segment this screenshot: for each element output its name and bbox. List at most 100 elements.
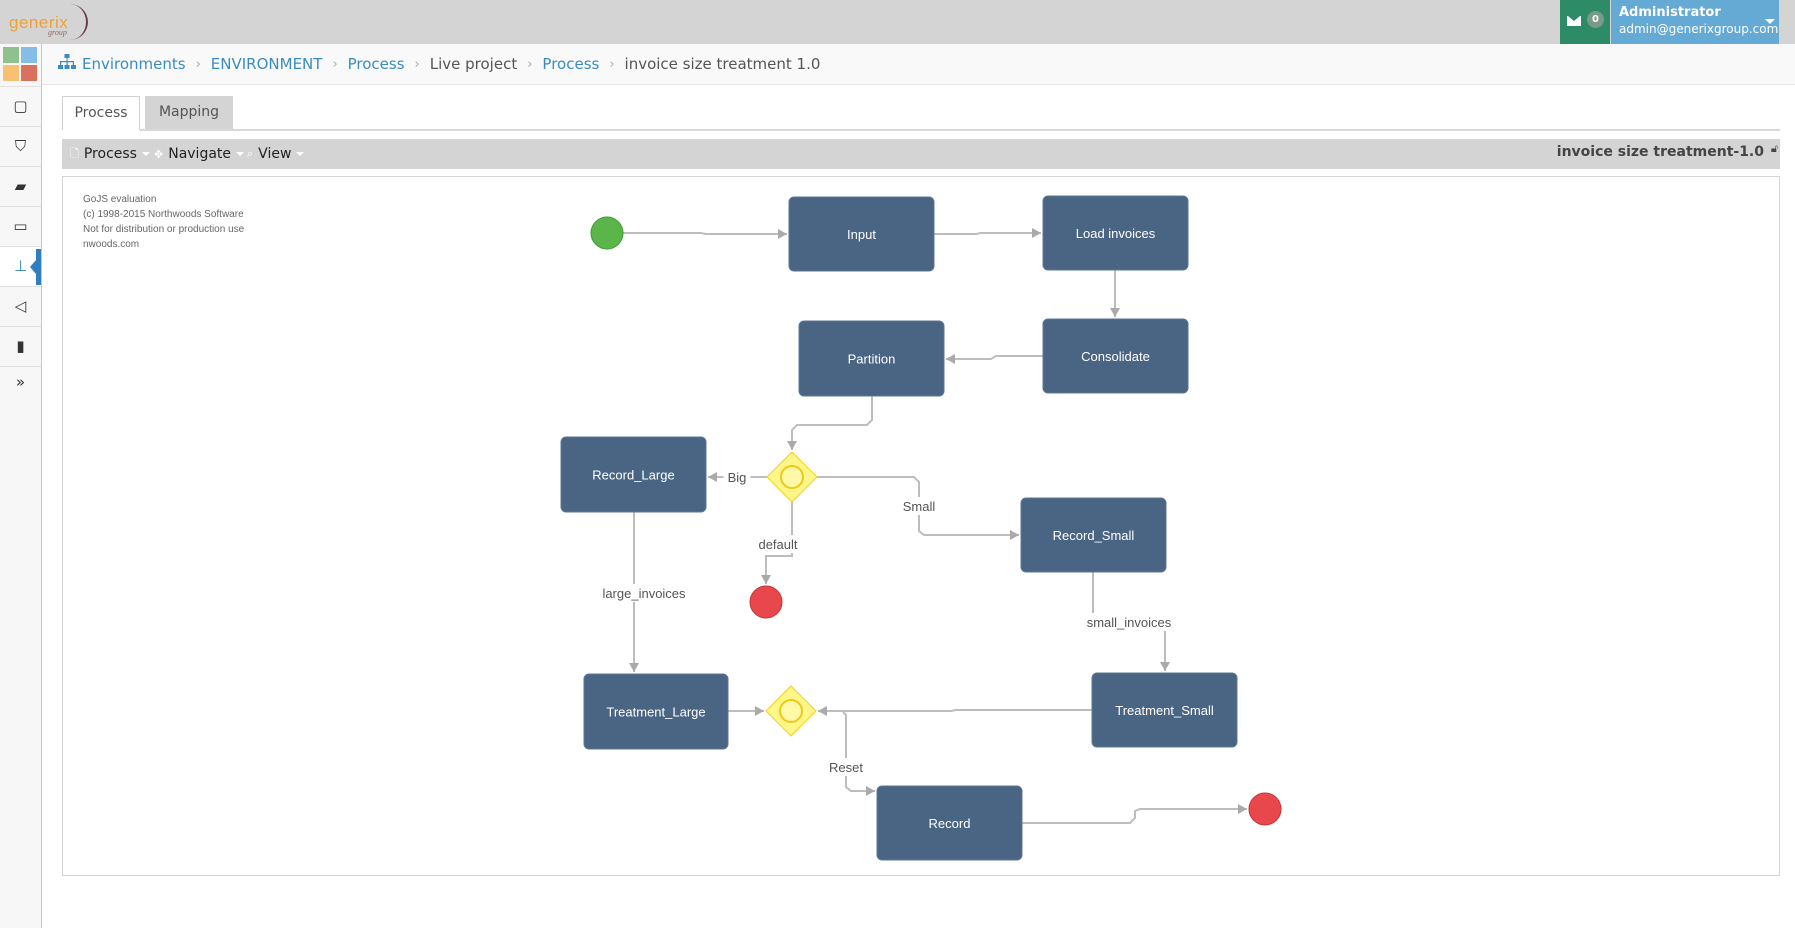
sidebar-item-expand[interactable]: » [0, 366, 41, 398]
caret-down-icon [296, 152, 305, 156]
node-record-small[interactable]: Record_Small [1020, 497, 1167, 573]
link-gw2-record[interactable] [842, 711, 875, 792]
breadcrumb-item[interactable]: Environments [82, 55, 186, 73]
node-gw2[interactable] [765, 685, 817, 737]
link-label: large_invoices [602, 586, 686, 601]
gateway-circle [780, 465, 804, 489]
sidebar-item-square[interactable]: ▢ [0, 86, 41, 126]
link-partition-gw1[interactable] [791, 396, 873, 450]
arrowhead [818, 706, 827, 716]
shield-icon: ⛉ [14, 137, 27, 155]
breadcrumb-item[interactable]: ENVIRONMENT [211, 55, 323, 73]
sidebar-item-megaphone[interactable]: ◁ [0, 286, 41, 326]
breadcrumb: Environments › ENVIRONMENT › Process › Live pr… [42, 44, 1795, 85]
tile-green [3, 47, 19, 63]
node-input[interactable]: Input [788, 196, 935, 272]
arrowhead [946, 354, 955, 364]
view-menu-label: View [258, 146, 292, 162]
node-gw1[interactable] [766, 451, 818, 503]
tile-red [21, 65, 37, 81]
sitemap-icon: ⊥ [13, 257, 28, 275]
task-label: Record_Small [1053, 528, 1135, 543]
process-menu-label: Process [83, 146, 137, 162]
arrowhead [761, 575, 771, 584]
diagram-toolbar: 🗋 Process ✥ Navigate ⌕ View invoice size… [62, 139, 1780, 169]
node-record[interactable]: Record [876, 785, 1023, 861]
sidebar-item-shield[interactable]: ⛉ [0, 126, 41, 166]
breadcrumb-separator: › [527, 56, 533, 72]
breadcrumb-item[interactable]: Process [542, 55, 599, 73]
sidebar: ▢ ⛉ ▰ ▭ ⊥ ◁ ▮ » [0, 44, 42, 928]
logo-arc [70, 4, 88, 40]
node-consolidate[interactable]: Consolidate [1042, 318, 1189, 394]
logo-subtext: group [48, 28, 67, 37]
process-title: invoice size treatment-1.0 [1556, 144, 1764, 160]
square-icon: ▢ [13, 97, 28, 115]
task-label: Consolidate [1081, 349, 1150, 364]
view-menu[interactable]: ⌕ View [247, 139, 305, 169]
sidebar-item-bar-chart[interactable]: ▮ [0, 326, 41, 366]
envelope-icon [1567, 16, 1581, 26]
link-consolidate-partition[interactable] [946, 355, 1043, 360]
navigate-menu[interactable]: ✥ Navigate [154, 139, 245, 169]
arrowhead [1110, 308, 1120, 317]
navigate-menu-label: Navigate [168, 146, 232, 162]
gateway-circle [779, 699, 803, 723]
node-start[interactable] [590, 216, 624, 250]
node-partition[interactable]: Partition [798, 320, 945, 397]
tile-blue [21, 47, 37, 63]
sidebar-item-book[interactable]: ▰ [0, 166, 41, 206]
search-icon: ⌕ [247, 147, 254, 160]
node-end1[interactable] [749, 585, 783, 619]
sitemap-icon [58, 54, 76, 74]
link-label: default [758, 537, 797, 552]
messages-button[interactable]: 0 [1560, 0, 1610, 44]
breadcrumb-item[interactable]: Process [348, 55, 405, 73]
link-treatment_small-gw2[interactable] [818, 709, 1092, 712]
generix-logo[interactable]: generix group [8, 2, 88, 42]
node-record-large[interactable]: Record_Large [560, 436, 707, 513]
tab-process[interactable]: Process [62, 96, 140, 131]
arrowhead [866, 786, 875, 796]
megaphone-icon: ◁ [14, 297, 27, 315]
user-menu[interactable]: Administrator admin@generixgroup.com [1611, 0, 1779, 44]
node-end2[interactable] [1248, 792, 1282, 826]
arrowhead [1160, 662, 1170, 671]
unlock-icon[interactable]: 🔓︎ [1771, 142, 1778, 156]
tab-mapping[interactable]: Mapping [145, 96, 233, 129]
arrowhead [755, 706, 764, 716]
tile-orange [3, 65, 19, 81]
caret-down-icon [1765, 19, 1775, 24]
breadcrumb-separator: › [332, 56, 338, 72]
link-label: Reset [829, 760, 863, 775]
arrowhead [1010, 530, 1019, 540]
breadcrumb-separator: › [195, 56, 201, 72]
end-event-circle [1248, 792, 1282, 826]
sidebar-item-monitor[interactable]: ▭ [0, 206, 41, 246]
link-record-end2[interactable] [1022, 808, 1247, 824]
breadcrumb-item: invoice size treatment 1.0 [624, 55, 821, 73]
arrowhead [1238, 804, 1247, 814]
arrowhead [708, 472, 717, 482]
app-switcher[interactable] [3, 47, 37, 83]
user-name: Administrator [1619, 5, 1721, 20]
breadcrumb-item: Live project [429, 55, 518, 73]
node-load[interactable]: Load invoices [1042, 195, 1189, 271]
link-start-input[interactable] [623, 232, 787, 235]
bar-chart-icon: ▮ [16, 337, 25, 355]
node-treatment-small[interactable]: Treatment_Small [1091, 672, 1238, 748]
link-input-load[interactable] [934, 232, 1041, 235]
caret-down-icon [141, 152, 150, 156]
task-label: Record [929, 816, 971, 831]
task-label: Record_Large [592, 468, 674, 483]
node-treatment-large[interactable]: Treatment_Large [583, 673, 729, 750]
caret-down-icon [236, 152, 245, 156]
diagram-canvas[interactable]: GoJS evaluation (c) 1998-2015 Northwoods… [62, 176, 1780, 876]
task-label: Treatment_Small [1115, 703, 1214, 718]
book-icon: ▰ [14, 177, 27, 195]
sidebar-item-sitemap[interactable]: ⊥ [0, 246, 41, 286]
process-menu[interactable]: 🗋 Process [70, 139, 150, 169]
file-icon: 🗋 [70, 146, 79, 160]
tab-bar: Process Mapping [62, 96, 1780, 131]
arrowhead [787, 441, 797, 450]
